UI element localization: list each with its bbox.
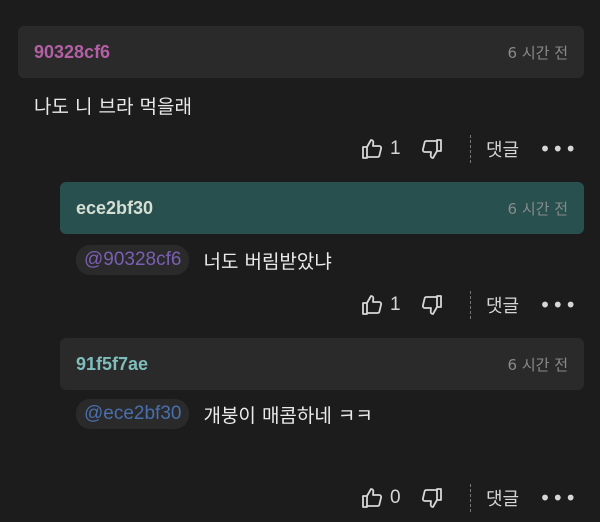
thumbs-up-icon[interactable] xyxy=(358,291,386,319)
comment-actions: 1 댓글 ••• xyxy=(358,134,578,164)
author-name[interactable]: ece2bf30 xyxy=(76,198,153,219)
mention-tag[interactable]: @90328cf6 xyxy=(76,245,190,275)
comment-header: ece2bf30 6 시간 전 xyxy=(60,182,584,234)
more-dots-icon[interactable]: ••• xyxy=(539,486,577,510)
author-name[interactable]: 90328cf6 xyxy=(34,42,110,63)
reply-button[interactable]: 댓글 xyxy=(486,136,519,162)
timestamp: 6 시간 전 xyxy=(507,199,568,218)
comment-body: @90328cf6 너도 버림받았냐 xyxy=(76,245,332,275)
comment-text: 나도 니 브라 먹을래 xyxy=(34,96,192,118)
thumbs-down-icon[interactable] xyxy=(418,291,446,319)
thumbs-up-icon[interactable] xyxy=(358,484,386,512)
thumbs-down-icon[interactable] xyxy=(418,135,446,163)
divider xyxy=(470,291,472,319)
author-name[interactable]: 91f5f7ae xyxy=(76,354,148,375)
like-count: 1 xyxy=(390,294,401,315)
reply-button[interactable]: 댓글 xyxy=(486,485,519,511)
divider xyxy=(470,135,472,163)
comment-actions: 1 댓글 ••• xyxy=(358,290,578,320)
mention-tag[interactable]: @ece2bf30 xyxy=(76,399,190,429)
comment-header: 91f5f7ae 6 시간 전 xyxy=(60,338,584,390)
comment-header: 90328cf6 6 시간 전 xyxy=(18,26,584,78)
thumbs-up-icon[interactable] xyxy=(358,135,386,163)
more-dots-icon[interactable]: ••• xyxy=(539,137,577,161)
like-count: 1 xyxy=(390,138,401,159)
more-dots-icon[interactable]: ••• xyxy=(539,293,577,317)
comment-text: 너도 버림받았냐 xyxy=(203,250,332,273)
thumbs-down-icon[interactable] xyxy=(418,484,446,512)
comment-text: 개붕이 매콤하네 ㅋㅋ xyxy=(203,404,373,427)
comment-actions: 0 댓글 ••• xyxy=(358,483,578,513)
comment-body: @ece2bf30 개붕이 매콤하네 ㅋㅋ xyxy=(76,399,373,429)
reply-button[interactable]: 댓글 xyxy=(486,292,519,318)
like-count: 0 xyxy=(390,487,401,508)
timestamp: 6 시간 전 xyxy=(507,43,568,62)
timestamp: 6 시간 전 xyxy=(507,355,568,374)
divider xyxy=(470,484,472,512)
